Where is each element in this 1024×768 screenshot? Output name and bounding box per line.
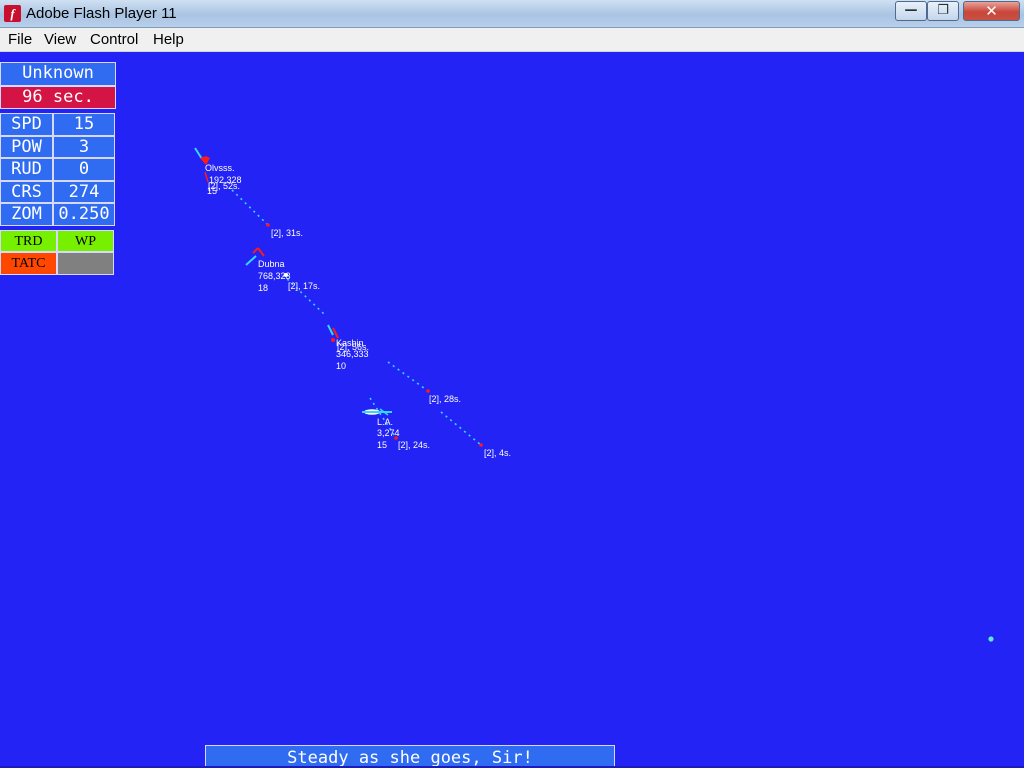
own-ship-range: 3,274	[377, 428, 400, 438]
contact-olvsss-track-label: [2], 52s.	[208, 181, 241, 191]
contact-dubna-speed: 18	[258, 283, 269, 293]
track-marker-label: [2], 4s.	[484, 448, 512, 458]
maximize-icon: ❐	[937, 3, 949, 18]
track-marker-label: [2], 28s.	[429, 394, 462, 404]
contact-kashin-range: 346,333	[336, 349, 369, 359]
blank-button[interactable]	[57, 252, 114, 275]
status-message: Steady as she goes, Sir!	[205, 745, 615, 768]
pow-label: POW	[0, 136, 53, 158]
rud-value: 0	[53, 158, 115, 181]
crs-label: CRS	[0, 181, 53, 203]
track-marker	[266, 223, 270, 227]
contact-dubna-track-label: [2], 17s.	[288, 281, 321, 291]
tatc-button[interactable]: TATC	[0, 252, 57, 275]
zom-value: 0.250	[53, 203, 115, 226]
unknown-contact-dot[interactable]	[988, 636, 994, 642]
zom-label: ZOM	[0, 203, 53, 226]
menu-bar: File View Control Help	[0, 28, 1024, 52]
window-title-bar[interactable]: f Adobe Flash Player 11 — ❐ ✕	[0, 0, 1024, 28]
window-title: Adobe Flash Player 11	[26, 5, 177, 22]
minimize-icon: —	[904, 3, 918, 18]
flash-player-icon: f	[4, 5, 21, 22]
wp-button[interactable]: WP	[57, 230, 114, 252]
track-line-la-a	[440, 411, 482, 446]
menu-control[interactable]: Control	[90, 31, 138, 48]
own-ship-icon[interactable]	[362, 408, 392, 416]
maximize-button[interactable]: ❐	[927, 1, 959, 21]
menu-file[interactable]: File	[8, 31, 32, 48]
spd-value: 15	[53, 113, 115, 136]
crs-value: 274	[53, 181, 115, 203]
contact-timer: 96 sec.	[0, 86, 116, 109]
track-line-olvsss	[231, 189, 269, 226]
contact-dubna-range: 768,323	[258, 271, 291, 281]
trd-button[interactable]: TRD	[0, 230, 57, 252]
menu-help[interactable]: Help	[153, 31, 184, 48]
rud-label: RUD	[0, 158, 53, 181]
target-name: Unknown	[0, 62, 116, 86]
spd-label: SPD	[0, 113, 53, 136]
minimize-button[interactable]: —	[895, 1, 927, 21]
contact-kashin-speed: 10	[336, 361, 347, 371]
close-button[interactable]: ✕	[963, 1, 1020, 21]
tactical-map[interactable]	[0, 52, 1024, 766]
own-ship-speed: 15	[377, 440, 388, 450]
menu-view[interactable]: View	[44, 31, 76, 48]
track-line-kashin	[387, 361, 429, 392]
close-icon: ✕	[985, 2, 998, 20]
contact-olvsss-name: Olvsss.	[205, 163, 235, 173]
track-marker-label: [2], 31s.	[271, 228, 304, 238]
contact-dubna-name: Dubna	[258, 259, 285, 269]
track-marker	[479, 443, 483, 447]
pow-value: 3	[53, 136, 115, 158]
track-lines	[231, 189, 482, 446]
own-ship-track-label: [2], 24s.	[398, 440, 431, 450]
